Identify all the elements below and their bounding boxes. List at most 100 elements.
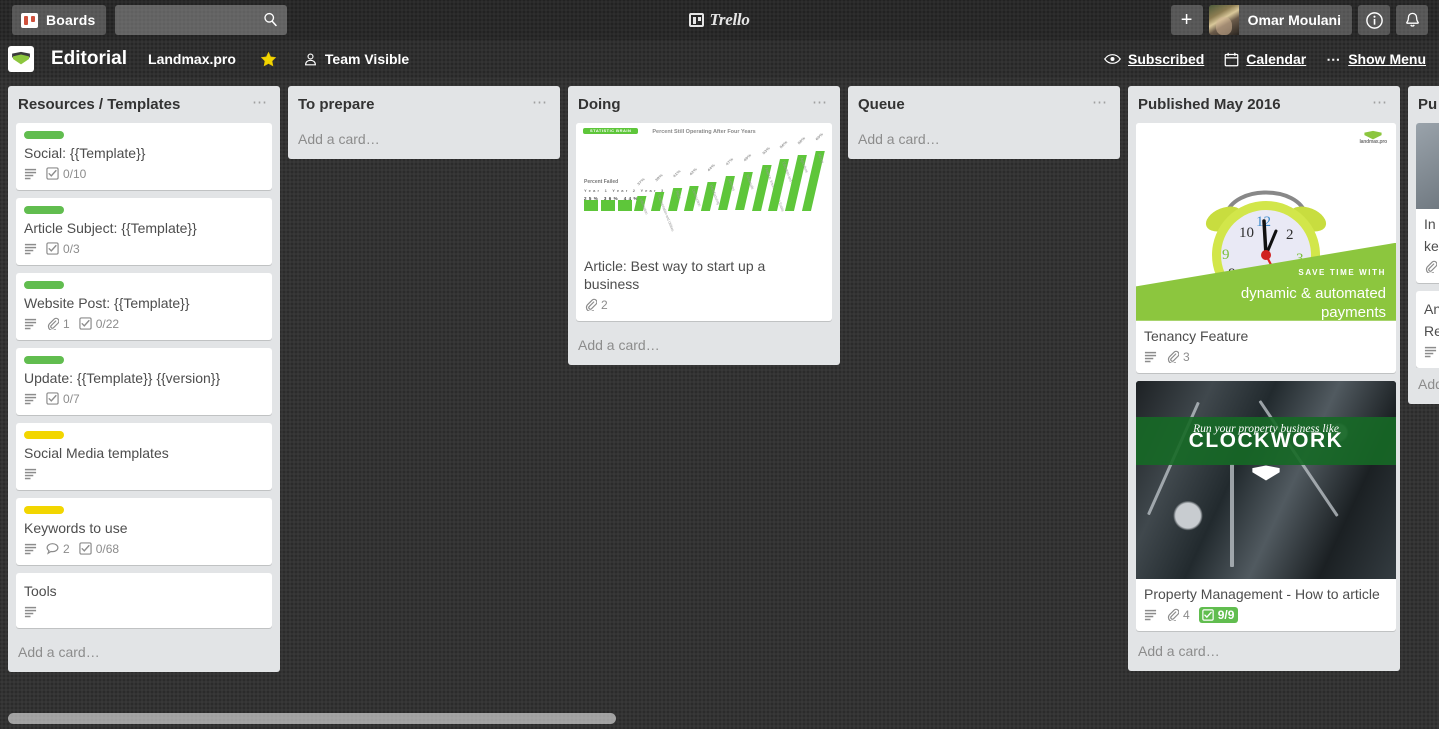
label-yellow[interactable] [24,430,64,439]
checklist-badge: 0/3 [46,242,80,256]
card-title-line2: Re [1424,322,1439,339]
card-badges: 0/3 [24,241,264,261]
description-badge [1144,608,1157,621]
description-badge [24,542,37,555]
list-cards: Social: {{Template}} 0/10 Article Subjec… [8,122,280,636]
chart-bar: 42% Construction [684,167,703,211]
chart-bar-label: Mining [817,152,825,165]
board-horizontal-scrollbar[interactable] [0,707,1439,729]
card-title: Tenancy Feature [1144,327,1249,344]
boards-button[interactable]: Boards [12,5,107,35]
label-green[interactable] [24,280,64,289]
card-title: Website Post: {{Template}} [24,294,190,311]
list-title[interactable]: To prepare [296,96,528,115]
add-card-button[interactable]: Add a card… [568,329,840,365]
card[interactable]: Run your property business like CLOCKWOR… [1136,380,1396,631]
card-badges: 2 0/68 [24,541,264,561]
card[interactable]: Website Post: {{Template}} 1 0/22 [16,272,272,340]
board-header: Editorial Landmax.pro Team Visible Subsc… [0,40,1439,78]
list-title[interactable]: Resources / Templates [16,96,248,115]
add-card-button[interactable]: Add a card… [1128,635,1400,671]
card-title: Article: Best way to start up a business [584,257,766,292]
show-menu-button[interactable]: ⋯ Show Menu [1326,51,1426,68]
description-icon [1424,347,1437,358]
label-yellow[interactable] [24,505,64,514]
description-icon [1144,610,1157,621]
attachment-count: 1 [63,316,70,331]
attachment-badge: 3 [1166,350,1190,364]
list-title[interactable]: Doing [576,96,808,115]
label-green[interactable] [24,205,64,214]
card-labels [24,204,264,214]
chart-bar-value: 39% [653,172,664,183]
card-badges: 2 [584,297,824,317]
attachment-count: 3 [1183,349,1190,364]
card-badges: 4 9/9 [1144,606,1388,627]
organization-name[interactable]: Landmax.pro [140,46,244,72]
list-menu-button[interactable]: ⋯ [248,95,272,110]
board-title[interactable]: Editorial [44,45,134,73]
menu-dots-icon: ⋯ [1326,50,1342,67]
chart-bar-value: 58% [796,135,807,146]
add-button[interactable]: + [1170,5,1203,35]
subscribed-label: Subscribed [1128,51,1205,67]
scrollbar-thumb[interactable] [8,712,616,724]
list-title[interactable]: Pu [1416,96,1439,115]
list-title[interactable]: Queue [856,96,1088,115]
star-button[interactable] [254,47,283,72]
list-cards[interactable]: landmax.pro 10 12 2 3 4 [1128,122,1400,635]
boards-icon [21,12,38,28]
card[interactable]: Social: {{Template}} 0/10 [16,122,272,190]
card-title: Property Management - How to article [1144,585,1380,602]
clock-cover-brand: landmax.pro [1359,130,1387,144]
board-header-actions: Subscribed Calendar ⋯ Show Menu [1104,51,1431,68]
card[interactable]: Keywords to use 2 0/68 [16,497,272,565]
search-box[interactable] [115,5,288,35]
list-header: Doing ⋯ [568,86,840,123]
add-card-button[interactable]: Add a card… [288,123,560,159]
checklist-icon [1201,609,1214,621]
member-button[interactable]: Omar Moulani [1208,5,1352,35]
chart-bar-label: Construction [691,188,703,208]
card-badges: 0/7 [24,391,264,411]
attachment-icon [1167,608,1179,622]
card[interactable]: STATISTIC BRAIN Percent Still Operating … [576,122,832,321]
board-visibility-button[interactable]: Team Visible [295,46,417,72]
list-to-prepare: To prepare ⋯ Add a card… [288,86,560,159]
description-icon [24,469,37,480]
calendar-button[interactable]: Calendar [1224,51,1306,67]
checklist-count: 0/3 [63,241,80,256]
card[interactable]: Tools [16,572,272,628]
card[interactable]: In ke [1416,122,1439,283]
list-queue: Queue ⋯ Add a card… [848,86,1120,159]
checklist-count: 9/9 [1217,607,1235,622]
card[interactable]: Social Media templates [16,422,272,490]
bell-icon [1405,12,1419,27]
card-cover-clockwork: Run your property business like CLOCKWOR… [1136,380,1396,579]
list-menu-button[interactable]: ⋯ [808,95,832,110]
add-card-button[interactable]: Add a card… [8,636,280,672]
list-menu-button[interactable]: ⋯ [1088,95,1112,110]
search-input[interactable] [115,5,288,35]
notifications-button[interactable] [1396,5,1428,35]
card-badges: 3 [1144,349,1388,369]
card[interactable]: Article Subject: {{Template}} 0/3 [16,197,272,265]
card-title: An [1424,300,1439,317]
attachment-badge: 2 [584,298,608,312]
label-green[interactable] [24,355,64,364]
list-title[interactable]: Published May 2016 [1136,96,1368,115]
subscribed-button[interactable]: Subscribed [1104,51,1204,67]
card[interactable]: Update: {{Template}} {{version}} 0/7 [16,347,272,415]
card-title: Keywords to use [24,519,128,536]
info-button[interactable] [1358,5,1390,35]
add-card-button[interactable]: Add [1408,368,1439,404]
label-green[interactable] [24,130,64,139]
list-partial: Pu In ke An Re Ad [1408,86,1439,404]
card[interactable]: landmax.pro 10 12 2 3 4 [1136,122,1396,373]
checklist-count: 0/10 [63,166,87,181]
list-menu-button[interactable]: ⋯ [1368,95,1392,110]
list-menu-button[interactable]: ⋯ [528,95,552,110]
add-card-button[interactable]: Add a card… [848,123,1120,159]
card[interactable]: An Re [1416,290,1439,368]
chart-bar-value: 37% [636,176,646,187]
